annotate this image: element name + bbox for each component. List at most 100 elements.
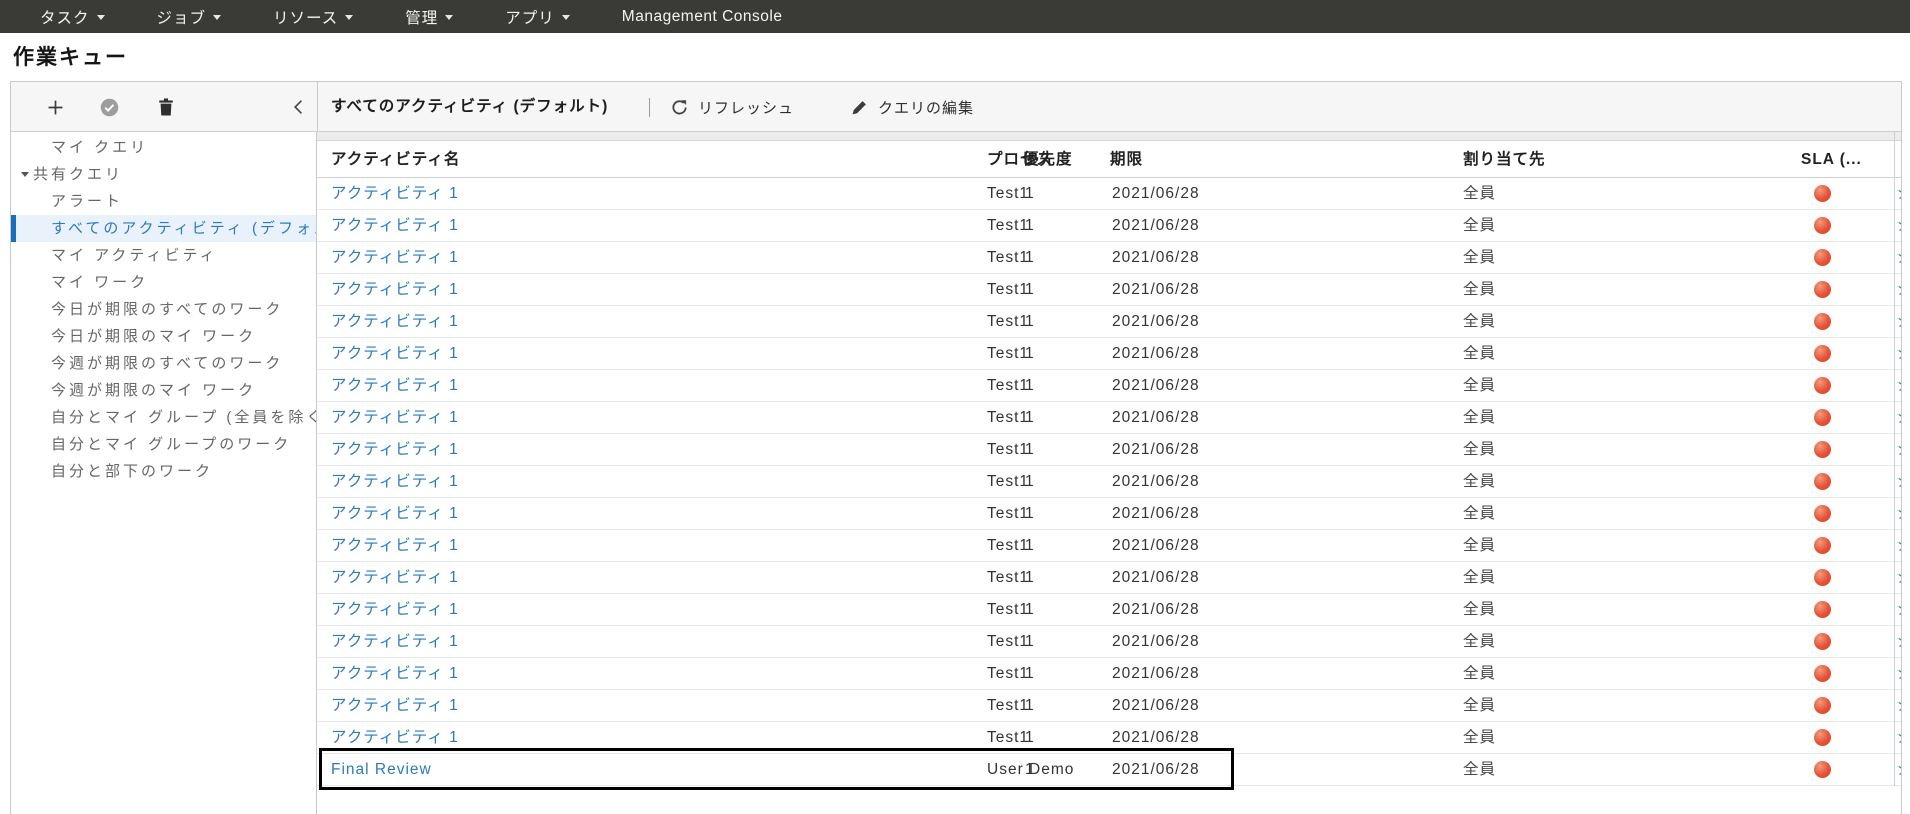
- activity-name-link[interactable]: アクティビティ 1: [331, 466, 459, 498]
- activity-name-link[interactable]: アクティビティ 1: [331, 274, 459, 306]
- activity-name-link[interactable]: アクティビティ 1: [331, 370, 459, 402]
- activity-name-link[interactable]: アクティビティ 1: [331, 722, 459, 754]
- clipped-link[interactable]: ジ: [1897, 370, 1901, 402]
- clipped-link[interactable]: ジ: [1897, 626, 1901, 658]
- sidebar-item-5[interactable]: マイ ワーク: [11, 269, 316, 296]
- activity-name-link[interactable]: アクティビティ 1: [331, 242, 459, 274]
- clipped-link[interactable]: ジ: [1897, 658, 1901, 690]
- clipped-link[interactable]: ジ: [1897, 690, 1901, 722]
- sidebar-item-7[interactable]: 今日が期限のマイ ワーク: [11, 323, 316, 350]
- process-cell: Test1: [987, 466, 1029, 498]
- sidebar-item-3[interactable]: すべてのアクティビティ (デフォルト): [11, 215, 316, 242]
- table-row[interactable]: アクティビティ 1Test112021/06/28全員ジ: [317, 274, 1901, 306]
- assigned-to-cell: 全員: [1463, 562, 1496, 594]
- clipped-link[interactable]: ジ: [1897, 210, 1901, 242]
- column-header-4[interactable]: 割り当て先: [1463, 141, 1546, 178]
- sidebar-item-9[interactable]: 今週が期限のマイ ワーク: [11, 377, 316, 404]
- nav-menu-label: 管理: [405, 6, 438, 28]
- table-row[interactable]: アクティビティ 1Test112021/06/28全員ジ: [317, 178, 1901, 210]
- nav-menu-0[interactable]: タスク: [40, 6, 105, 28]
- clipped-link[interactable]: ジ: [1897, 754, 1901, 786]
- column-header-2[interactable]: 優先度: [1023, 141, 1073, 178]
- sidebar-item-label: 今週が期限のマイ ワーク: [51, 382, 256, 399]
- clipped-link[interactable]: ジ: [1897, 434, 1901, 466]
- activity-name-link[interactable]: アクティビティ 1: [331, 306, 459, 338]
- collapse-sidebar-button[interactable]: [285, 82, 311, 132]
- clipped-link[interactable]: ジ: [1897, 498, 1901, 530]
- clipped-link[interactable]: ジ: [1897, 306, 1901, 338]
- sidebar-item-0[interactable]: マイ クエリ: [11, 134, 316, 161]
- nav-menu-4[interactable]: アプリ: [505, 6, 570, 28]
- activity-name-link[interactable]: アクティビティ 1: [331, 402, 459, 434]
- table-row[interactable]: アクティビティ 1Test112021/06/28全員ジ: [317, 466, 1901, 498]
- activity-name-link[interactable]: アクティビティ 1: [331, 178, 459, 210]
- due-date-cell: 2021/06/28: [1112, 498, 1200, 530]
- clipped-link[interactable]: ジ: [1897, 402, 1901, 434]
- table-row[interactable]: アクティビティ 1Test112021/06/28全員ジ: [317, 722, 1901, 754]
- activity-name-link[interactable]: アクティビティ 1: [331, 562, 459, 594]
- refresh-button[interactable]: リフレッシュ: [671, 82, 794, 132]
- table-row[interactable]: アクティビティ 1Test112021/06/28全員ジ: [317, 402, 1901, 434]
- activity-name-link[interactable]: アクティビティ 1: [331, 338, 459, 370]
- table-row[interactable]: アクティビティ 1Test112021/06/28全員ジ: [317, 562, 1901, 594]
- delete-button[interactable]: [153, 82, 179, 132]
- clipped-link[interactable]: ジ: [1897, 338, 1901, 370]
- table-row[interactable]: アクティビティ 1Test112021/06/28全員ジ: [317, 658, 1901, 690]
- activity-name-link[interactable]: アクティビティ 1: [331, 594, 459, 626]
- table-row[interactable]: アクティビティ 1Test112021/06/28全員ジ: [317, 210, 1901, 242]
- table-row[interactable]: アクティビティ 1Test112021/06/28全員ジ: [317, 530, 1901, 562]
- console-title: Management Console: [622, 8, 783, 26]
- sidebar-item-11[interactable]: 自分とマイ グループのワーク: [11, 431, 316, 458]
- table-row[interactable]: アクティビティ 1Test112021/06/28全員ジ: [317, 338, 1901, 370]
- column-header-5[interactable]: SLA (...: [1801, 141, 1862, 178]
- sla-status-dot: [1814, 441, 1831, 458]
- table-row[interactable]: アクティビティ 1Test112021/06/28全員ジ: [317, 498, 1901, 530]
- priority-cell: 1: [1025, 242, 1035, 274]
- edit-query-button[interactable]: クエリの編集: [851, 82, 974, 132]
- add-query-button[interactable]: [42, 82, 68, 132]
- table-row[interactable]: アクティビティ 1Test112021/06/28全員ジ: [317, 306, 1901, 338]
- table-row[interactable]: アクティビティ 1Test112021/06/28全員ジ: [317, 626, 1901, 658]
- table-row-highlighted[interactable]: Final ReviewUser Demo12021/06/28全員ジ: [317, 754, 1901, 786]
- clipped-link[interactable]: ジ: [1897, 466, 1901, 498]
- sidebar-item-6[interactable]: 今日が期限のすべてのワーク: [11, 296, 316, 323]
- sidebar-item-8[interactable]: 今週が期限のすべてのワーク: [11, 350, 316, 377]
- sidebar-item-4[interactable]: マイ アクティビティ: [11, 242, 316, 269]
- column-header-0[interactable]: アクティビティ名: [331, 141, 460, 178]
- clipped-link[interactable]: ジ: [1897, 178, 1901, 210]
- activity-name-link[interactable]: アクティビティ 1: [331, 498, 459, 530]
- clipped-link[interactable]: ジ: [1897, 274, 1901, 306]
- mark-complete-button[interactable]: [96, 82, 122, 132]
- column-header-3[interactable]: 期限: [1110, 141, 1143, 178]
- activity-name-link[interactable]: アクティビティ 1: [331, 690, 459, 722]
- process-cell: Test1: [987, 338, 1029, 370]
- table-row[interactable]: アクティビティ 1Test112021/06/28全員ジ: [317, 242, 1901, 274]
- activity-name-link[interactable]: アクティビティ 1: [331, 658, 459, 690]
- tree-expander-icon[interactable]: [21, 172, 29, 177]
- clipped-link[interactable]: ジ: [1897, 722, 1901, 754]
- sidebar-item-1[interactable]: 共有クエリ: [11, 161, 316, 188]
- sidebar-item-10[interactable]: 自分とマイ グループ (全員を除く): [11, 404, 316, 431]
- table-row[interactable]: アクティビティ 1Test112021/06/28全員ジ: [317, 370, 1901, 402]
- activity-name-link[interactable]: Final Review: [331, 754, 432, 786]
- activity-name-link[interactable]: アクティビティ 1: [331, 434, 459, 466]
- nav-menu-2[interactable]: リソース: [273, 6, 353, 28]
- clipped-link[interactable]: ジ: [1897, 530, 1901, 562]
- activity-name-link[interactable]: アクティビティ 1: [331, 530, 459, 562]
- top-nav: タスク ジョブ リソース 管理 アプリ Management Console: [0, 0, 1910, 33]
- table-row[interactable]: アクティビティ 1Test112021/06/28全員ジ: [317, 434, 1901, 466]
- clipped-link[interactable]: ジ: [1897, 242, 1901, 274]
- sidebar-item-label: 自分と部下のワーク: [51, 463, 213, 480]
- clipped-link[interactable]: ジ: [1897, 594, 1901, 626]
- activity-name-link[interactable]: アクティビティ 1: [331, 626, 459, 658]
- assigned-to-cell: 全員: [1463, 178, 1496, 210]
- nav-menu-3[interactable]: 管理: [405, 6, 453, 28]
- table-row[interactable]: アクティビティ 1Test112021/06/28全員ジ: [317, 690, 1901, 722]
- sidebar-item-12[interactable]: 自分と部下のワーク: [11, 458, 316, 485]
- clipped-link[interactable]: ジ: [1897, 562, 1901, 594]
- table-row[interactable]: アクティビティ 1Test112021/06/28全員ジ: [317, 594, 1901, 626]
- nav-menu-1[interactable]: ジョブ: [157, 6, 222, 28]
- activity-name-link[interactable]: アクティビティ 1: [331, 210, 459, 242]
- assigned-to-cell: 全員: [1463, 626, 1496, 658]
- sidebar-item-2[interactable]: アラート: [11, 188, 316, 215]
